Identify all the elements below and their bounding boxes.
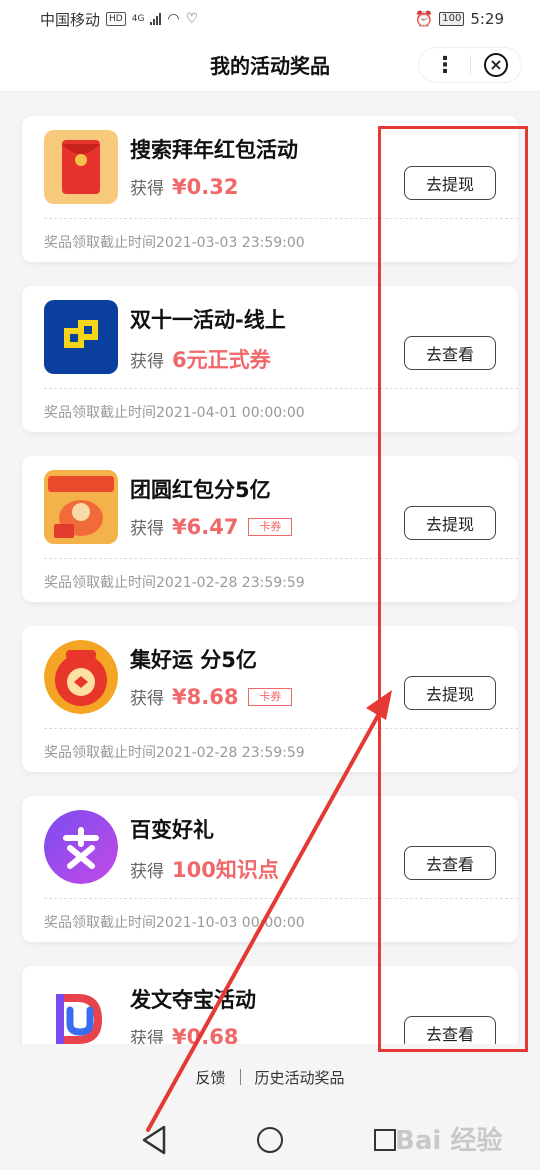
coupon-tag: 卡券 <box>248 687 293 706</box>
card-divider <box>44 558 518 559</box>
view-button[interactable]: 去查看 <box>404 336 496 370</box>
more-menu-button[interactable]: ⋮ <box>419 47 470 83</box>
lucky-bag-icon <box>44 640 118 714</box>
activity-list[interactable]: 搜索拜年红包活动 获得 ¥0.32 去提现 奖品领取截止时间2021-03-03… <box>0 92 540 1044</box>
activity-name: 团圆红包分5亿 <box>130 478 271 502</box>
reunion-red-packet-icon <box>44 470 118 544</box>
got-label: 获得 <box>130 1029 164 1044</box>
close-icon: × <box>483 53 508 77</box>
activity-card: 搜索拜年红包活动 获得 ¥0.32 去提现 奖品领取截止时间2021-03-03… <box>22 116 518 262</box>
activity-card: 团圆红包分5亿 获得 ¥6.47 卡券 去提现 奖品领取截止时间2021-02-… <box>22 456 518 602</box>
app-header: 我的活动奖品 ⋮ × <box>0 38 540 92</box>
status-bar: 中国移动 HD 4G ◠ ♡ ⏰ 100 5:29 <box>0 0 540 38</box>
carrier-label: 中国移动 <box>40 10 101 29</box>
footer-divider <box>239 1069 241 1085</box>
deadline-text: 奖品领取截止时间2021-04-01 00:00:00 <box>44 405 305 421</box>
activity-name: 搜索拜年红包活动 <box>130 138 298 162</box>
withdraw-button[interactable]: 去提现 <box>404 506 496 540</box>
withdraw-button[interactable]: 去提现 <box>404 676 496 710</box>
more-icon: ⋮ <box>434 52 456 78</box>
prize-amount: ¥0.68 <box>172 1024 239 1045</box>
prize-amount: 100知识点 <box>172 858 279 882</box>
prize-amount: ¥6.47 <box>172 514 239 539</box>
prize-row: 获得 100知识点 <box>130 854 279 884</box>
watermark: Bai 经验 <box>395 1126 503 1156</box>
signal-icon <box>150 13 162 25</box>
du-logo-icon <box>44 980 118 1044</box>
network-label: 4G <box>131 14 145 24</box>
prize-row: 获得 ¥8.68 卡券 <box>130 684 293 709</box>
deadline-text: 奖品领取截止时间2021-02-28 23:59:59 <box>44 745 305 761</box>
status-left: 中国移动 HD 4G ◠ ♡ <box>40 9 198 30</box>
activity-card: 百变好礼 获得 100知识点 去查看 奖品领取截止时间2021-10-03 00… <box>22 796 518 942</box>
deadline-text: 奖品领取截止时间2021-10-03 00:00:00 <box>44 915 305 931</box>
back-icon[interactable] <box>140 1124 168 1156</box>
status-right: ⏰ 100 5:29 <box>415 10 504 28</box>
coupon-tag: 卡券 <box>248 517 293 536</box>
activity-name: 发文夺宝活动 <box>130 988 256 1012</box>
card-divider <box>44 898 518 899</box>
history-prizes-link[interactable]: 历史活动奖品 <box>255 1067 345 1088</box>
battery-indicator: 100 <box>439 12 465 26</box>
activity-card: 发文夺宝活动 获得 ¥0.68 去查看 <box>22 966 518 1044</box>
recent-apps-icon[interactable] <box>374 1129 396 1151</box>
got-label: 获得 <box>130 861 164 882</box>
clock: 5:29 <box>470 10 504 28</box>
card-divider <box>44 728 518 729</box>
withdraw-button[interactable]: 去提现 <box>404 166 496 200</box>
view-button[interactable]: 去查看 <box>404 1016 496 1044</box>
activity-name: 集好运 分5亿 <box>130 648 257 672</box>
wifi-icon: ◠ <box>167 11 180 27</box>
activity-card: 集好运 分5亿 获得 ¥8.68 卡券 去提现 奖品领取截止时间2021-02-… <box>22 626 518 772</box>
view-button[interactable]: 去查看 <box>404 846 496 880</box>
hd-badge: HD <box>106 12 126 26</box>
card-divider <box>44 218 518 219</box>
mini-program-capsule: ⋮ × <box>418 47 522 83</box>
got-label: 获得 <box>130 519 164 539</box>
prize-row: 获得 6元正式券 <box>130 344 271 374</box>
activity-card: 双十一活动-线上 获得 6元正式券 去查看 奖品领取截止时间2021-04-01… <box>22 286 518 432</box>
prize-row: 获得 ¥0.32 <box>130 174 239 200</box>
activity-name: 双十一活动-线上 <box>130 308 286 332</box>
purple-bian-icon <box>44 810 118 884</box>
card-divider <box>44 388 518 389</box>
page-title: 我的活动奖品 <box>210 54 330 78</box>
prize-row: 获得 ¥6.47 卡券 <box>130 514 293 539</box>
prize-amount: ¥8.68 <box>172 684 239 709</box>
prize-amount: ¥0.32 <box>172 174 239 199</box>
system-nav-bar: Bai 经验 <box>0 1110 540 1170</box>
prize-row: 获得 ¥0.68 <box>130 1024 239 1045</box>
prize-amount: 6元正式券 <box>172 348 271 372</box>
blue-square-logo-icon <box>44 300 118 374</box>
got-label: 获得 <box>130 179 164 199</box>
got-label: 获得 <box>130 351 164 372</box>
alarm-icon: ⏰ <box>414 10 434 28</box>
deadline-text: 奖品领取截止时间2021-02-28 23:59:59 <box>44 575 305 591</box>
close-button[interactable]: × <box>471 47 521 83</box>
activity-name: 百变好礼 <box>130 818 214 842</box>
feedback-link[interactable]: 反馈 <box>195 1067 225 1088</box>
heart-icon: ♡ <box>185 11 199 27</box>
red-envelope-icon <box>44 130 118 204</box>
home-icon[interactable] <box>257 1127 283 1153</box>
footer-links: 反馈 历史活动奖品 <box>0 1044 540 1110</box>
got-label: 获得 <box>130 689 164 709</box>
deadline-text: 奖品领取截止时间2021-03-03 23:59:00 <box>44 235 305 251</box>
